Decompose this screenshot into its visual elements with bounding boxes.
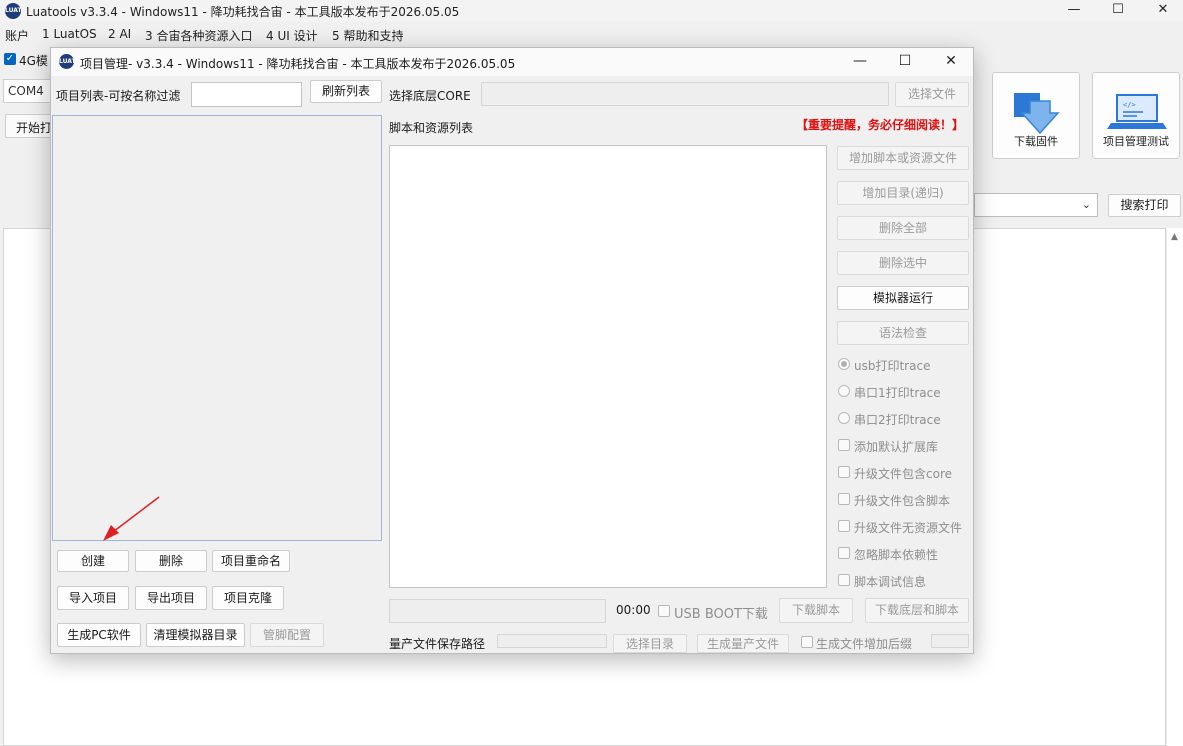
main-close-button[interactable]: ✕: [1140, 0, 1183, 22]
menu-ui-design[interactable]: 4 UI 设计: [266, 27, 318, 44]
download-firmware-label: 下载固件: [1014, 135, 1058, 148]
add-suffix-checkbox[interactable]: [801, 636, 813, 648]
log-scrollbar[interactable]: ▲: [1166, 228, 1183, 746]
laptop-code-icon: </>: [1107, 94, 1167, 129]
progress-time: 00:00: [616, 603, 651, 617]
checkbox-debug-info-label: 脚本调试信息: [854, 575, 927, 589]
menu-luatos[interactable]: 1 LuatOS: [42, 27, 97, 41]
annotation-arrow-icon: [103, 496, 160, 541]
radio-uart2-trace[interactable]: [838, 412, 850, 424]
luatools-logo: LUAT: [5, 3, 22, 19]
import-project-button[interactable]: 导入项目: [57, 586, 129, 610]
radio-usb-trace[interactable]: [838, 358, 850, 370]
menu-ai[interactable]: 2 AI: [108, 27, 131, 41]
project-test-button[interactable]: </> 项目管理测试: [1092, 72, 1180, 159]
project-list[interactable]: [52, 115, 382, 541]
download-script-button[interactable]: 下载脚本: [779, 598, 853, 623]
menu-help[interactable]: 5 帮助和支持: [332, 27, 403, 44]
usb-boot-label: USB BOOT下载: [674, 607, 768, 622]
refresh-list-button[interactable]: 刷新列表: [310, 80, 382, 103]
delete-project-button[interactable]: 删除: [135, 550, 207, 572]
main-window-title: Luatools v3.3.4 - Windows11 - 降功耗找合宙 - 本…: [26, 5, 460, 19]
add-suffix-label: 生成文件增加后缀: [816, 637, 913, 651]
suffix-input[interactable]: [931, 634, 969, 648]
generate-pc-software-button[interactable]: 生成PC软件: [57, 623, 141, 647]
checkbox-ignore-deps-label: 忽略脚本依赖性: [854, 548, 939, 562]
search-print-button[interactable]: 搜索打印: [1108, 194, 1181, 217]
checkbox-debug-info[interactable]: [838, 574, 850, 586]
menu-account[interactable]: 账户: [5, 27, 29, 44]
project-filter-input[interactable]: [191, 82, 302, 107]
project-filter-label: 项目列表-可按名称过滤: [56, 89, 181, 103]
checkbox-include-core[interactable]: [838, 466, 850, 478]
scroll-up-icon[interactable]: ▲: [1171, 232, 1178, 242]
select-core-file-button[interactable]: 选择文件: [895, 82, 969, 107]
dialog-title: 项目管理- v3.3.4 - Windows11 - 降功耗找合宙 - 本工具版…: [80, 57, 516, 71]
dialog-logo: LUAT: [59, 54, 76, 69]
checkbox-include-script-label: 升级文件包含脚本: [854, 494, 951, 508]
radio-uart1-trace-label: 串口1打印trace: [854, 386, 941, 400]
main-minimize-button[interactable]: —: [1051, 0, 1097, 22]
radio-uart1-trace[interactable]: [838, 385, 850, 397]
project-manager-dialog: LUAT 项目管理- v3.3.4 - Windows11 - 降功耗找合宙 -…: [50, 47, 974, 654]
generate-production-file-button[interactable]: 生成量产文件: [697, 634, 789, 653]
dialog-minimize-button[interactable]: —: [837, 48, 883, 76]
download-firmware-button[interactable]: 下载固件: [992, 72, 1080, 159]
svg-text:</>: </>: [1123, 101, 1136, 109]
print-filter-dropdown[interactable]: ⌄: [974, 193, 1098, 217]
rename-project-button[interactable]: 项目重命名: [212, 550, 290, 572]
radio-uart2-trace-label: 串口2打印trace: [854, 413, 941, 427]
output-path-label: 量产文件保存路径: [389, 637, 486, 651]
scripts-resource-list[interactable]: [389, 145, 827, 588]
add-directory-button[interactable]: 增加目录(递归): [837, 181, 969, 205]
checkbox-no-resources-label: 升级文件无资源文件: [854, 521, 963, 535]
radio-usb-trace-label: usb打印trace: [854, 359, 931, 373]
download-progress-bar: [389, 599, 606, 623]
clean-simulator-button[interactable]: 清理模拟器目录: [146, 623, 245, 647]
main-titlebar: LUAT Luatools v3.3.4 - Windows11 - 降功耗找合…: [0, 0, 1183, 22]
checkbox-default-libs[interactable]: [838, 439, 850, 451]
select-output-dir-button[interactable]: 选择目录: [613, 634, 687, 653]
core-path-input[interactable]: [481, 82, 889, 106]
chevron-down-icon: ⌄: [1081, 198, 1091, 211]
checkbox-include-script[interactable]: [838, 493, 850, 505]
output-path-input[interactable]: [497, 634, 607, 648]
main-maximize-button[interactable]: ☐: [1095, 0, 1141, 22]
dialog-maximize-button[interactable]: ☐: [882, 48, 928, 76]
important-warning-link[interactable]: 【重要提醒，务必仔细阅读！】: [796, 116, 964, 133]
dialog-titlebar: LUAT 项目管理- v3.3.4 - Windows11 - 降功耗找合宙 -…: [51, 48, 973, 76]
delete-selected-button[interactable]: 删除选中: [837, 251, 969, 275]
main-menubar: 账户 1 LuatOS 2 AI 3 合宙各种资源入口 4 UI 设计 5 帮助…: [0, 24, 1183, 44]
download-arrow-icon: [1014, 93, 1060, 135]
delete-all-button[interactable]: 删除全部: [837, 216, 969, 240]
menu-resources[interactable]: 3 合宙各种资源入口: [145, 27, 252, 44]
checkbox-ignore-deps[interactable]: [838, 547, 850, 559]
project-test-label: 项目管理测试: [1103, 135, 1169, 148]
dialog-close-button[interactable]: ✕: [928, 48, 974, 76]
checkbox-default-libs-label: 添加默认扩展库: [854, 440, 939, 454]
clone-project-button[interactable]: 项目克隆: [212, 586, 284, 610]
simulator-run-button[interactable]: 模拟器运行: [837, 286, 969, 310]
export-project-button[interactable]: 导出项目: [135, 586, 207, 610]
module-checkbox-label: 4G模: [19, 54, 48, 68]
download-core-and-script-button[interactable]: 下载底层和脚本: [865, 598, 969, 623]
add-script-resource-button[interactable]: 增加脚本或资源文件: [837, 146, 969, 170]
checkbox-no-resources[interactable]: [838, 520, 850, 532]
usb-boot-checkbox[interactable]: [658, 605, 670, 617]
pin-config-button[interactable]: 管脚配置: [250, 623, 324, 647]
checkbox-include-core-label: 升级文件包含core: [854, 467, 952, 481]
create-project-button[interactable]: 创建: [57, 550, 129, 572]
module-checkbox[interactable]: ✓: [4, 53, 16, 65]
core-select-label: 选择底层CORE: [389, 89, 471, 103]
syntax-check-button[interactable]: 语法检查: [837, 321, 969, 345]
scripts-list-label: 脚本和资源列表: [389, 121, 474, 135]
